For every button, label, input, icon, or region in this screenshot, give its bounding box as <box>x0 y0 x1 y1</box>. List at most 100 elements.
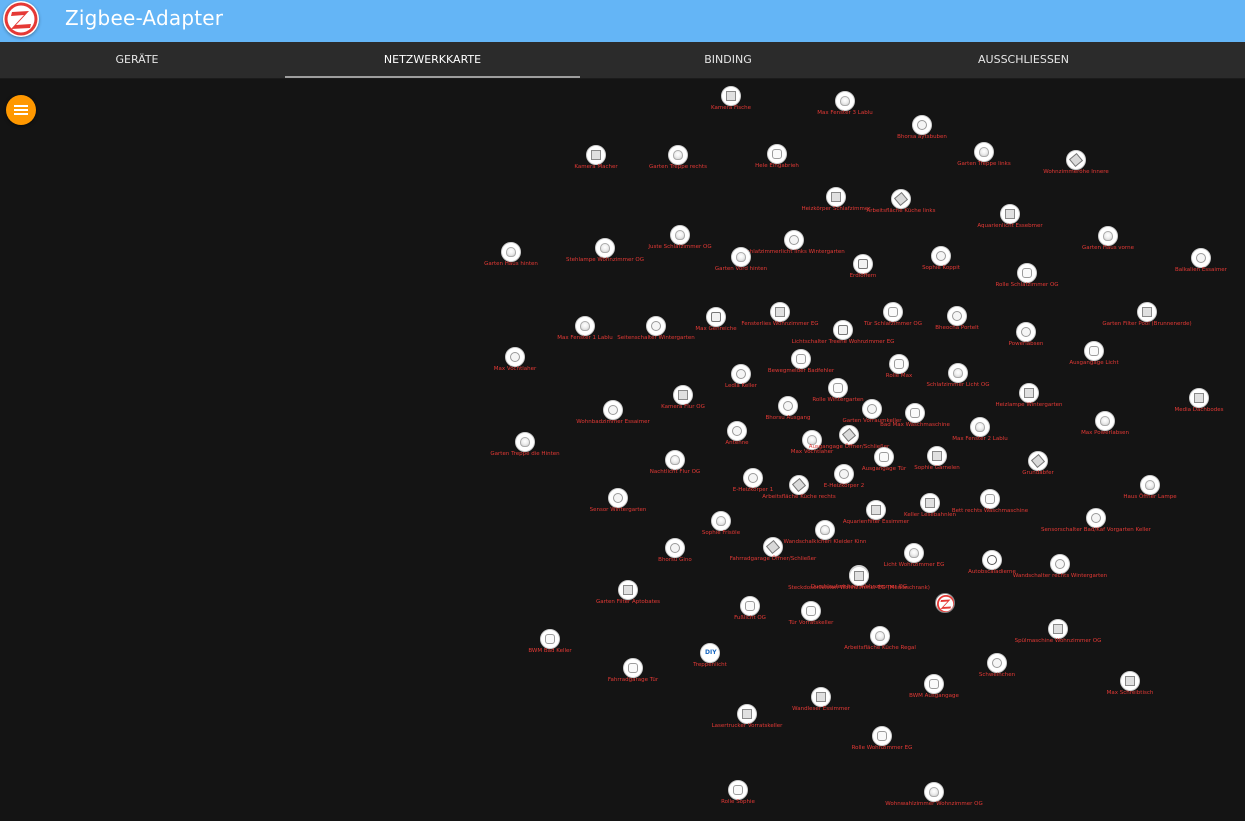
tab-devices[interactable]: GERÄTE <box>0 42 274 78</box>
bulb-icon <box>731 247 751 267</box>
device-label: Max Fenster 2 Lablu <box>952 436 1008 442</box>
sensor-icon <box>728 780 748 800</box>
plug-icon <box>731 364 751 384</box>
sensor-icon <box>905 403 925 423</box>
device-label: Wandschalkicheri Kleider Kinn <box>783 539 867 545</box>
tab-network-map[interactable]: NETZWERKKARTE <box>285 42 580 78</box>
plug-icon <box>1050 554 1070 574</box>
app-header: Zigbee-Adapter <box>0 0 1245 42</box>
plug-icon <box>931 246 951 266</box>
box-icon <box>673 385 693 405</box>
device-label: Rolle Sophie <box>721 799 755 805</box>
device-label: Rolle Wohnzimmer EG <box>851 745 913 751</box>
device-label: Rolle Max <box>885 373 913 379</box>
device-label: Arbeitsfläche Küche Regal <box>844 645 916 651</box>
sensor-icon <box>540 629 560 649</box>
device-label: Arbeitsfläche Küche links <box>866 208 936 214</box>
device-label: Ausgangage Öffner/Schließer <box>808 444 890 450</box>
menu-button[interactable] <box>6 95 36 125</box>
device-label: Max Fenster 3 Lablu <box>817 110 873 116</box>
strip-icon <box>891 189 911 209</box>
box-icon <box>1019 383 1039 403</box>
strip-icon <box>1028 451 1048 471</box>
device-label: Lasertrucker Vorratskeller <box>711 723 783 729</box>
strip-icon <box>789 475 809 495</box>
device-label: Grundabfer <box>1022 470 1054 476</box>
bulb-icon <box>668 145 688 165</box>
device-label: Sophie Frisöle <box>701 530 741 536</box>
device-label: Lichtschalter Treene Wohnzimmer EG <box>791 339 895 345</box>
device-label: Media Dachbodes <box>1174 407 1224 413</box>
zigbee-logo-icon <box>3 1 39 37</box>
device-label: Garten Filter Aptobates <box>595 599 661 605</box>
box-icon <box>618 580 638 600</box>
plug-icon <box>665 538 685 558</box>
box-icon <box>826 187 846 207</box>
bulb-icon <box>515 432 535 452</box>
box-icon <box>849 566 869 586</box>
bulb-icon <box>1140 475 1160 495</box>
plug-icon <box>727 421 747 441</box>
device-label: Max Powerlabsen <box>1081 430 1129 436</box>
app-title: Zigbee-Adapter <box>65 6 224 30</box>
bulb-icon <box>904 543 924 563</box>
tab-binding[interactable]: BINDING <box>580 42 876 78</box>
device-label: Fahrradgarage Tür <box>607 677 659 683</box>
plug-icon <box>947 306 967 326</box>
device-label: Spülmaschine Wohnzimmer OG <box>1014 638 1102 644</box>
bulb-icon <box>870 626 890 646</box>
bulb-icon <box>1095 411 1115 431</box>
device-label: Rolle Schlafzimmer OG <box>995 282 1059 288</box>
strip-icon <box>763 537 783 557</box>
sensor-icon <box>740 596 760 616</box>
plug-icon <box>912 115 932 135</box>
sensor-icon <box>791 349 811 369</box>
strip-icon <box>1066 150 1086 170</box>
box-icon <box>1000 204 1020 224</box>
bulb-icon <box>1098 226 1118 246</box>
tab-exclude[interactable]: AUSSCHLIESSEN <box>876 42 1171 78</box>
box-icon <box>770 302 790 322</box>
network-map[interactable]: Kamera Fische Max Fenster 3 Lablu Bhorsa a… <box>0 78 1245 821</box>
sensor-icon <box>883 302 903 322</box>
device-label: Wandschalter rechts Wintergarten <box>1012 573 1108 579</box>
device-label: E-Heizkörper 2 <box>823 483 865 489</box>
device-label: BWM Bad Keller <box>528 648 572 654</box>
menu-icon <box>14 105 28 107</box>
box-icon <box>721 86 741 106</box>
strip-icon <box>839 425 859 445</box>
plug-icon <box>1016 322 1036 342</box>
box-icon <box>737 704 757 724</box>
device-label: Bett rechts Waschmaschine <box>951 508 1029 514</box>
bulb-icon <box>835 91 855 111</box>
sensor-icon <box>889 354 909 374</box>
sensor-icon <box>872 726 892 746</box>
sensor-icon <box>924 674 944 694</box>
diy-icon: DIY <box>700 643 720 663</box>
device-label: Max Vochtlaher <box>493 366 537 372</box>
plug-icon <box>1191 248 1211 268</box>
sensor-icon <box>767 144 787 164</box>
device-label: Garten Filter Pool (Brunnenerde) <box>1102 321 1192 327</box>
device-label: Wohnbadzimmer Essaimer <box>576 419 650 425</box>
bulb-icon <box>575 316 595 336</box>
device-label: Sensor Wintergarten <box>589 507 647 513</box>
device-label: Ledla Keller <box>725 383 757 389</box>
device-label: Stehlampe Wohnzimmer OG <box>566 257 644 263</box>
device-label: Kamera Flur OG <box>661 404 705 410</box>
plug-icon <box>862 399 882 419</box>
sensor-icon <box>801 601 821 621</box>
bulb-icon <box>974 142 994 162</box>
box-icon <box>1120 671 1140 691</box>
sensor-icon <box>980 489 1000 509</box>
plug-icon <box>1086 508 1106 528</box>
box-icon <box>1189 388 1209 408</box>
box-icon <box>1048 619 1068 639</box>
bulb-icon <box>665 450 685 470</box>
device-label: Balkalien Essaimer <box>1175 267 1227 273</box>
device-label: Garten Treppe die Hinten <box>490 451 560 457</box>
device-label: Ausgangage Licht <box>1069 360 1119 366</box>
bulb-icon <box>711 511 731 531</box>
sensor-icon <box>874 447 894 467</box>
sensor-icon <box>1084 341 1104 361</box>
